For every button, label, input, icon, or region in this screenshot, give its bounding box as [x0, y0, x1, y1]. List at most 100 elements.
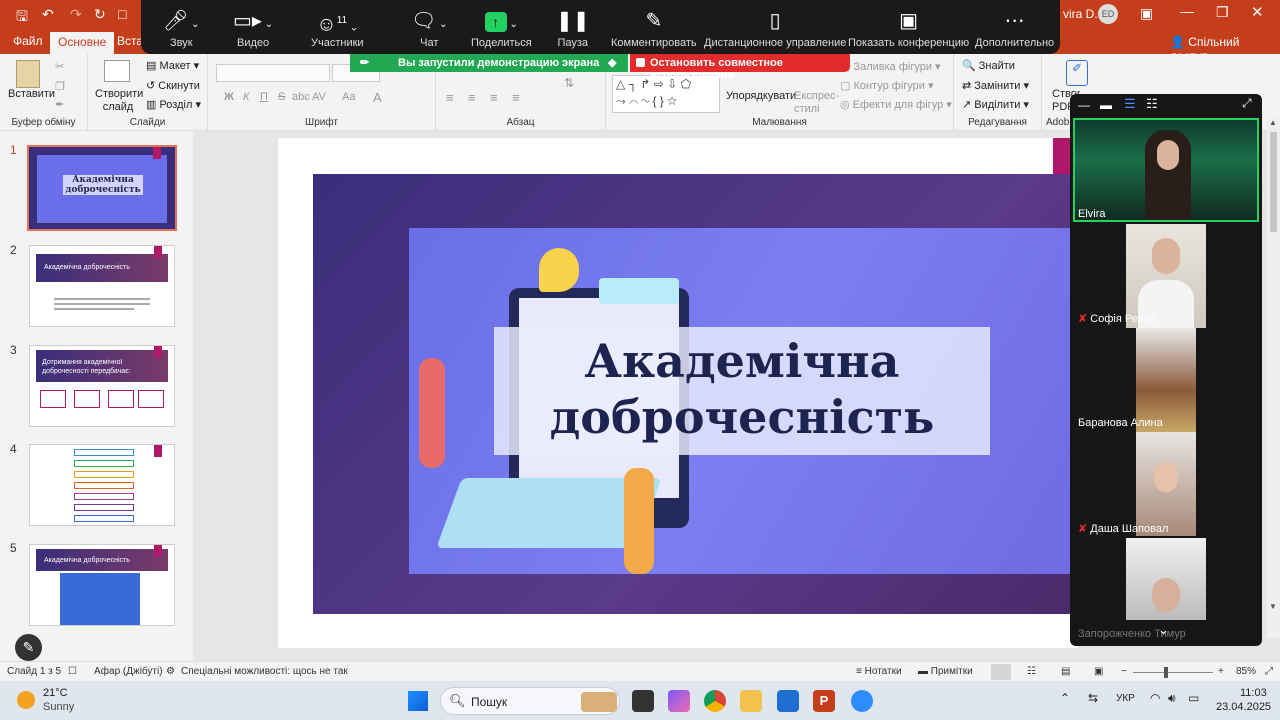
- tab-file[interactable]: Файл: [13, 34, 43, 48]
- undo-icon[interactable]: ↶: [42, 6, 54, 23]
- gallery-view-icon[interactable]: ☷: [1146, 96, 1158, 112]
- temperature[interactable]: 21°C: [43, 687, 68, 699]
- video-tile-elvira[interactable]: Elvira: [1073, 118, 1259, 222]
- language-label[interactable]: Афар (Джібуті): [94, 666, 163, 677]
- tray-chevron-icon[interactable]: ⌃: [1060, 691, 1070, 705]
- close-icon[interactable]: ✕: [1251, 3, 1264, 21]
- chrome-icon[interactable]: [704, 690, 726, 712]
- arrange-button[interactable]: Упорядкувати: [726, 90, 796, 102]
- video-tile-tymur[interactable]: [1126, 538, 1206, 620]
- avatar[interactable]: ED: [1098, 4, 1118, 24]
- video-button[interactable]: ▭▸ ⌄ Видео: [233, 8, 273, 49]
- layout-button[interactable]: ▤ Макет ▾: [146, 59, 199, 72]
- align-left-icon[interactable]: ≡: [446, 90, 454, 105]
- language-indicator[interactable]: УКР: [1116, 693, 1135, 704]
- font-color-button[interactable]: A: [373, 90, 382, 105]
- chat-button[interactable]: 🗨︎ ⌄ Чат: [411, 8, 448, 49]
- normal-view-icon[interactable]: [991, 664, 1011, 680]
- scroll-thumb[interactable]: [1270, 132, 1277, 232]
- show-meeting-button[interactable]: ▣ Показать конференцию: [848, 8, 969, 49]
- zoom-app-icon[interactable]: [851, 690, 873, 712]
- tab-home[interactable]: Основне: [50, 32, 115, 54]
- new-icon[interactable]: □: [118, 6, 126, 22]
- cut-icon[interactable]: ✂: [55, 60, 64, 73]
- zoom-slider-thumb[interactable]: [1164, 667, 1168, 678]
- annotate-button[interactable]: ✎ Комментировать: [611, 8, 697, 49]
- thumbnail-4[interactable]: [29, 444, 175, 526]
- file-explorer-icon[interactable]: [740, 690, 762, 712]
- font-name-box[interactable]: [216, 64, 330, 82]
- repeat-icon[interactable]: ↻: [94, 6, 106, 23]
- notes-button[interactable]: ≡ Нотатки: [856, 666, 902, 677]
- thumbnail-2[interactable]: Академічна доброчесність: [29, 245, 175, 327]
- minimize-panel-icon[interactable]: —: [1078, 98, 1090, 112]
- vertical-scrollbar[interactable]: ▲ ▼: [1267, 118, 1280, 638]
- slideshow-icon[interactable]: ▣: [1094, 666, 1103, 677]
- shape-fill-button[interactable]: ▧ Заливка фігури ▾: [840, 60, 941, 73]
- zoom-out-icon[interactable]: −: [1121, 666, 1127, 677]
- shadow-button[interactable]: abc: [292, 91, 310, 103]
- pause-button[interactable]: ❚❚ Пауза: [556, 8, 590, 49]
- minimize-icon[interactable]: —: [1180, 3, 1194, 19]
- shape-effects-button[interactable]: ◎ Ефекти для фігур ▾: [840, 98, 952, 111]
- quick-styles-button[interactable]: Експрес-стилі: [794, 90, 839, 116]
- reset-button[interactable]: ↺ Скинути: [146, 79, 200, 92]
- thumbnail-3[interactable]: Дотримання академічної доброчесності пер…: [29, 345, 175, 427]
- format-painter-icon[interactable]: ✒: [55, 98, 64, 111]
- new-slide-button[interactable]: Створити слайд: [95, 88, 143, 114]
- speaker-view-icon[interactable]: ▬: [1100, 98, 1112, 112]
- battery-icon[interactable]: ▭: [1188, 691, 1199, 705]
- taskbar-search[interactable]: 🔍︎ Пошук: [440, 687, 620, 715]
- scroll-down-icon[interactable]: ⌄: [1158, 622, 1169, 638]
- justify-icon[interactable]: ≡: [512, 90, 520, 105]
- accessibility-icon[interactable]: ⚙: [166, 666, 175, 677]
- zoom-level[interactable]: 85%: [1236, 666, 1256, 677]
- task-view-icon[interactable]: [632, 690, 654, 712]
- strike-button[interactable]: S: [278, 91, 285, 103]
- ribbon-display-icon[interactable]: ▣: [1140, 5, 1153, 22]
- zoom-in-icon[interactable]: +: [1218, 666, 1224, 677]
- comments-button[interactable]: ▬ Примітки: [918, 666, 973, 677]
- underline-button[interactable]: П: [260, 91, 268, 103]
- new-slide-icon[interactable]: [104, 60, 130, 82]
- copy-icon[interactable]: ❐: [55, 80, 65, 93]
- scroll-up-icon[interactable]: ▲: [1269, 118, 1277, 127]
- wifi-icon[interactable]: ◠: [1150, 691, 1160, 705]
- sorter-view-icon[interactable]: ☷: [1027, 666, 1036, 677]
- windows-start-icon[interactable]: [408, 691, 428, 711]
- powerpoint-icon[interactable]: P: [813, 690, 835, 712]
- italic-button[interactable]: К: [243, 91, 249, 103]
- shape-outline-button[interactable]: ▢ Контур фігури ▾: [840, 79, 934, 92]
- spacing-button[interactable]: AV: [312, 91, 326, 103]
- volume-icon[interactable]: 🔊︎: [1168, 691, 1176, 706]
- zoom-slider[interactable]: [1133, 672, 1213, 673]
- store-icon[interactable]: [777, 690, 799, 712]
- text-direction-icon[interactable]: ⇅: [564, 76, 574, 90]
- paste-button[interactable]: Вставити: [8, 88, 55, 100]
- select-button[interactable]: ↗ Виділити ▾: [962, 98, 1029, 111]
- redo-icon[interactable]: ↷: [70, 6, 82, 23]
- audio-button[interactable]: 🎤︎ ⌄ Звук: [163, 8, 200, 49]
- pdf-icon[interactable]: ✐: [1066, 60, 1088, 86]
- paste-icon[interactable]: [16, 60, 40, 88]
- participants-button[interactable]: ☺11 ⌄ Участники: [311, 8, 364, 49]
- find-button[interactable]: 🔍 Знайти: [962, 59, 1015, 72]
- stop-share-button[interactable]: Остановить совместное использование: [630, 54, 850, 81]
- remote-control-button[interactable]: ▯ Дистанционное управление: [704, 8, 846, 49]
- expand-icon[interactable]: ⤢: [1242, 96, 1252, 111]
- reading-view-icon[interactable]: ▤: [1061, 666, 1070, 677]
- bold-button[interactable]: Ж: [224, 91, 234, 103]
- more-button[interactable]: ⋯ Дополнительно: [975, 8, 1054, 49]
- replace-button[interactable]: ⇄ Замінити ▾: [962, 79, 1029, 92]
- case-button[interactable]: Aa: [342, 91, 355, 103]
- thumbnail-1[interactable]: Академічна доброчесність: [27, 145, 177, 231]
- align-right-icon[interactable]: ≡: [490, 90, 498, 105]
- spellcheck-icon[interactable]: ☐: [68, 666, 77, 677]
- share-screen-button[interactable]: ↑ ⌄ Поделиться: [471, 8, 532, 49]
- clock-date[interactable]: 23.04.2025: [1216, 701, 1271, 713]
- thumbnail-5[interactable]: Академічна доброчесність: [29, 544, 175, 626]
- save-icon[interactable]: 🖫: [16, 6, 28, 30]
- video-tile-dasha[interactable]: [1136, 432, 1196, 536]
- fit-slide-icon[interactable]: ⤢: [1265, 666, 1273, 677]
- annotate-pen-icon[interactable]: ✎: [15, 634, 42, 661]
